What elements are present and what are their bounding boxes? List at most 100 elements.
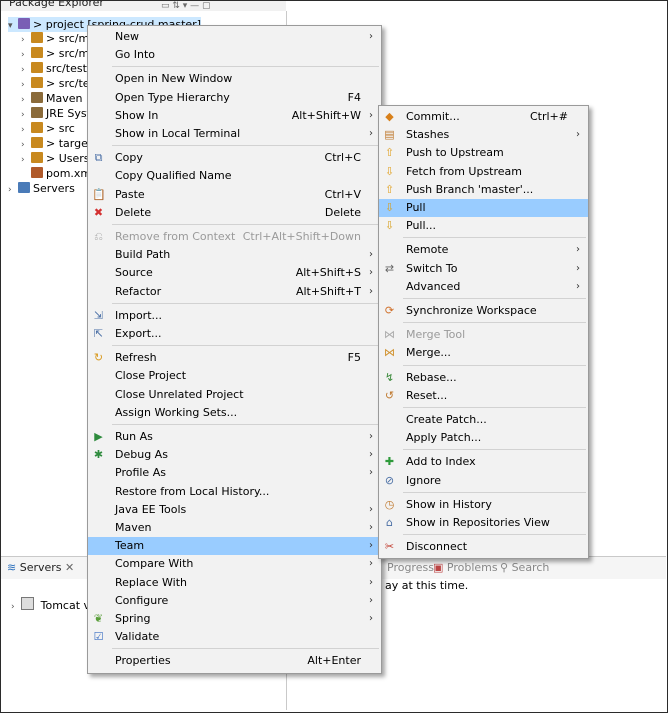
close-icon[interactable]: ✕ (65, 561, 74, 574)
menu-item-spring[interactable]: ❦ Spring › (88, 610, 381, 628)
menu-item-create-patch[interactable]: Create Patch... (379, 411, 588, 429)
menu-item-paste[interactable]: 📋 Paste Ctrl+V (88, 186, 381, 204)
menu-item-label: Open Type Hierarchy (115, 90, 230, 104)
tab-problems[interactable]: ▣ Problems (433, 561, 498, 574)
folder-icon (31, 122, 43, 133)
chevron-down-icon[interactable]: ▾ (8, 19, 18, 34)
menu-item-apply-patch[interactable]: Apply Patch... (379, 429, 588, 447)
menu-item-reset[interactable]: ↺ Reset... (379, 387, 588, 405)
menu-item-open-type-hierarchy[interactable]: Open Type Hierarchy F4 (88, 89, 381, 107)
spring-icon: ❦ (93, 612, 104, 625)
menu-item-import[interactable]: ⇲ Import... (88, 307, 381, 325)
export-icon: ⇱ (93, 327, 104, 340)
package-explorer-tab[interactable]: Package Explorer ▭ ⇅ ▾ — ▢ (1, 1, 286, 11)
tree-item[interactable]: › > Users (21, 151, 90, 166)
menu-separator (403, 491, 586, 493)
tab-servers[interactable]: ≋ Servers ✕ (7, 561, 74, 574)
menu-item-show-in-local-terminal[interactable]: Show in Local Terminal › (88, 125, 381, 143)
menu-item-label: Open in New Window (115, 72, 233, 86)
menu-item-label: Advanced (406, 279, 461, 293)
folder-icon (31, 47, 43, 58)
menu-item-switch-to[interactable]: ⇄ Switch To › (379, 260, 588, 278)
chevron-right-icon: › (369, 109, 373, 121)
chevron-right-icon: › (369, 267, 373, 279)
menu-item-remote[interactable]: Remote › (379, 241, 588, 259)
tree-item[interactable]: › > target (21, 136, 92, 151)
chevron-right-icon[interactable]: › (8, 183, 18, 198)
search-tab-label: Search (511, 561, 550, 574)
remove-context-icon: ⎌ (94, 230, 103, 243)
menu-item-show-in[interactable]: Show In Alt+Shift+W › (88, 107, 381, 125)
menu-item-debug-as[interactable]: ✱ Debug As › (88, 446, 381, 464)
menu-item-merge[interactable]: ⋈ Merge... (379, 344, 588, 362)
search-icon: ⚲ (500, 561, 509, 574)
menu-item-open-in-new-window[interactable]: Open in New Window (88, 70, 381, 88)
menu-item-source[interactable]: Source Alt+Shift+S › (88, 264, 381, 282)
validate-icon: ☑ (93, 630, 104, 644)
tree-item[interactable]: › > src/m (21, 31, 89, 46)
menu-item-build-path[interactable]: Build Path › (88, 246, 381, 264)
menu-item-add-to-index[interactable]: ✚ Add to Index (379, 453, 588, 471)
menu-item-configure[interactable]: Configure › (88, 592, 381, 610)
tree-item[interactable]: › Maven D (21, 91, 94, 106)
menu-item-fetch-from-upstream[interactable]: ⇩ Fetch from Upstream (379, 163, 588, 181)
menu-item-close-project[interactable]: Close Project (88, 367, 381, 385)
menu-item-stashes[interactable]: ▤ Stashes › (379, 126, 588, 144)
menu-item-new[interactable]: New › (88, 28, 381, 46)
menu-item-show-in-history[interactable]: ◷ Show in History (379, 496, 588, 514)
problems-icon: ▣ (433, 561, 444, 574)
menu-item-restore-from-local-history[interactable]: Restore from Local History... (88, 483, 381, 501)
menu-item-java-ee-tools[interactable]: Java EE Tools › (88, 501, 381, 519)
menu-item-maven[interactable]: Maven › (88, 519, 381, 537)
tree-item[interactable]: › Servers (8, 181, 75, 196)
chevron-right-icon: › (369, 249, 373, 261)
progress-tab-label: Progress (387, 561, 434, 574)
tab-progress[interactable]: Progress (387, 561, 434, 574)
menu-item-push-branch-master[interactable]: ⇧ Push Branch 'master'... (379, 181, 588, 199)
menu-item-pull[interactable]: ⇩ Pull... (379, 217, 588, 235)
menu-item-replace-with[interactable]: Replace With › (88, 574, 381, 592)
menu-item-export[interactable]: ⇱ Export... (88, 325, 381, 343)
menu-item-copy-qualified-name[interactable]: Copy Qualified Name (88, 167, 381, 185)
menu-item-push-to-upstream[interactable]: ⇧ Push to Upstream (379, 144, 588, 162)
menu-item-synchronize-workspace[interactable]: ⟳ Synchronize Workspace (379, 302, 588, 320)
menu-item-advanced[interactable]: Advanced › (379, 278, 588, 296)
menu-item-run-as[interactable]: ▶ Run As › (88, 428, 381, 446)
chevron-right-icon: › (369, 467, 373, 479)
tree-item[interactable]: › src/test/ (21, 61, 91, 76)
folder-icon (18, 182, 30, 193)
tab-search[interactable]: ⚲ Search (500, 561, 549, 574)
view-toolbar-icons[interactable]: ▭ ⇅ ▾ — ▢ (161, 1, 211, 11)
repositories-icon: ⌂ (386, 516, 393, 529)
menu-item-go-into[interactable]: Go Into (88, 46, 381, 64)
menu-item-refactor[interactable]: Refactor Alt+Shift+T › (88, 283, 381, 301)
menu-item-copy[interactable]: ⧉ Copy Ctrl+C (88, 149, 381, 167)
menu-item-properties[interactable]: Properties Alt+Enter (88, 652, 381, 670)
menu-item-assign-working-sets[interactable]: Assign Working Sets... (88, 404, 381, 422)
menu-item-compare-with[interactable]: Compare With › (88, 555, 381, 573)
commit-icon: ◆ (385, 110, 394, 123)
tree-item[interactable]: › > src (21, 121, 75, 136)
menu-item-label: Debug As (115, 448, 168, 462)
menu-item-disconnect[interactable]: ✂ Disconnect (379, 538, 588, 556)
menu-item-pull[interactable]: ⇩ Pull (379, 199, 588, 217)
tree-item[interactable]: › > src/m (21, 46, 89, 61)
menu-item-profile-as[interactable]: Profile As › (88, 464, 381, 482)
tree-item[interactable]: › > src/te (21, 76, 90, 91)
menu-item-refresh[interactable]: ↻ Refresh F5 (88, 349, 381, 367)
folder-icon (31, 92, 43, 103)
chevron-right-icon: › (369, 540, 373, 552)
menu-item-validate[interactable]: ☑ Validate (88, 628, 381, 646)
menu-item-rebase[interactable]: ↯ Rebase... (379, 369, 588, 387)
menu-item-team[interactable]: Team › (88, 537, 381, 556)
tree-item[interactable]: pom.xm (21, 166, 91, 181)
menu-item-commit[interactable]: ◆ Commit... Ctrl+# (379, 108, 588, 126)
menu-item-show-in-repositories-view[interactable]: ⌂ Show in Repositories View (379, 514, 588, 532)
menu-item-label: Validate (115, 630, 160, 644)
menu-item-close-unrelated-project[interactable]: Close Unrelated Project (88, 386, 381, 404)
menu-item-ignore[interactable]: ⊘ Ignore (379, 472, 588, 490)
menu-item-delete[interactable]: ✖ Delete Delete (88, 204, 381, 222)
tree-item-label: Servers (33, 182, 75, 195)
menu-item-label: Merge... (406, 346, 451, 360)
tree-item[interactable]: › JRE Syst (21, 106, 91, 121)
